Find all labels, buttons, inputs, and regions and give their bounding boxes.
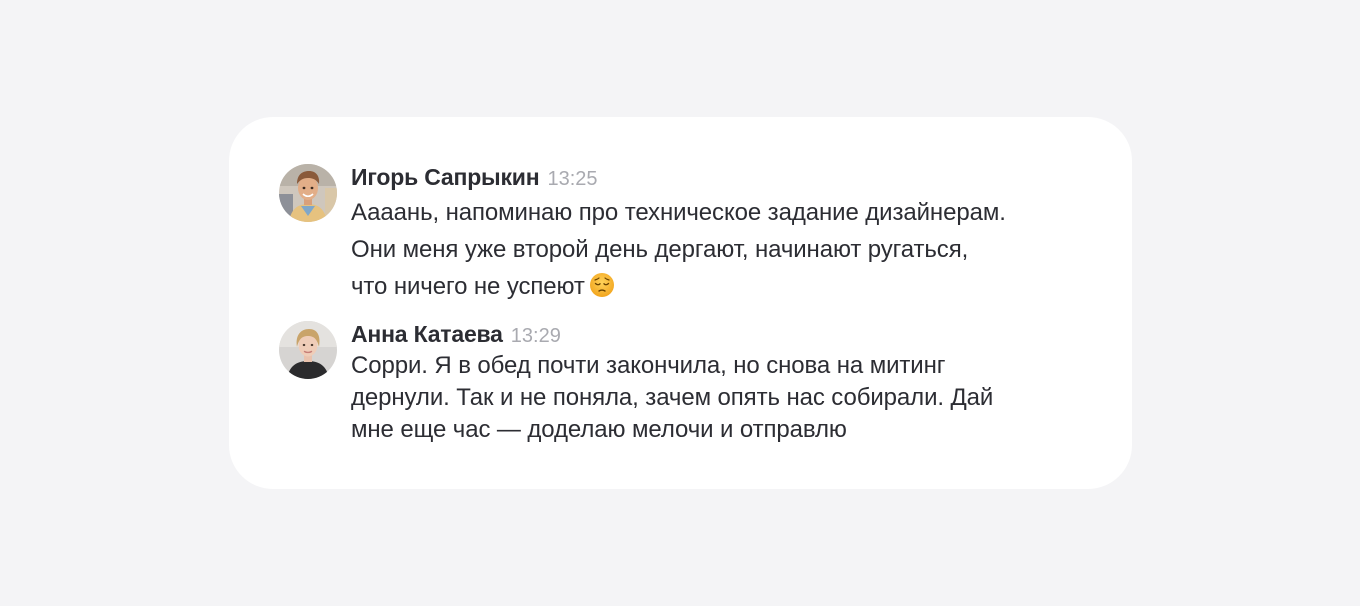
message-body: Анна Катаева 13:29 Сорри. Я в обед почти … (351, 318, 1111, 446)
message-time: 13:29 (510, 325, 561, 347)
message-text-line: Сорри. Я в обед почти закончила, но снов… (351, 352, 946, 379)
pensive-face-emoji-icon (589, 272, 615, 298)
avatar-woman-photo-icon (279, 321, 337, 379)
avatar[interactable] (279, 321, 337, 379)
message-text: Сорри. Я в обед почти закончила, но снов… (351, 350, 1111, 446)
avatar-man-photo-icon (279, 164, 337, 222)
author-name[interactable]: Анна Катаева (351, 321, 503, 347)
message-text: Аааань, напоминаю про техническое задани… (351, 194, 1111, 305)
message-text-line: дернули. Так и не поняла, зачем опять на… (351, 384, 994, 411)
message-text-line-last: что ничего не успеют (351, 268, 1111, 305)
message-header: Анна Катаева 13:29 (351, 318, 1111, 350)
message-body: Игорь Сапрыкин 13:25 Аааань, напоминаю пр… (351, 161, 1111, 305)
message-text-line-content: что ничего не успеют (351, 273, 585, 300)
message-text-line: Они меня уже второй день дергают, начина… (351, 236, 969, 263)
chat-card: Игорь Сапрыкин 13:25 Аааань, напоминаю пр… (229, 117, 1132, 489)
message-header: Игорь Сапрыкин 13:25 (351, 161, 1111, 193)
message-time: 13:25 (547, 168, 598, 190)
avatar[interactable] (279, 164, 337, 222)
message-text-line: мне еще час — доделаю мелочи и отправлю (351, 416, 847, 443)
message-text-line: Аааань, напоминаю про техническое задани… (351, 199, 1006, 226)
author-name[interactable]: Игорь Сапрыкин (351, 164, 540, 190)
